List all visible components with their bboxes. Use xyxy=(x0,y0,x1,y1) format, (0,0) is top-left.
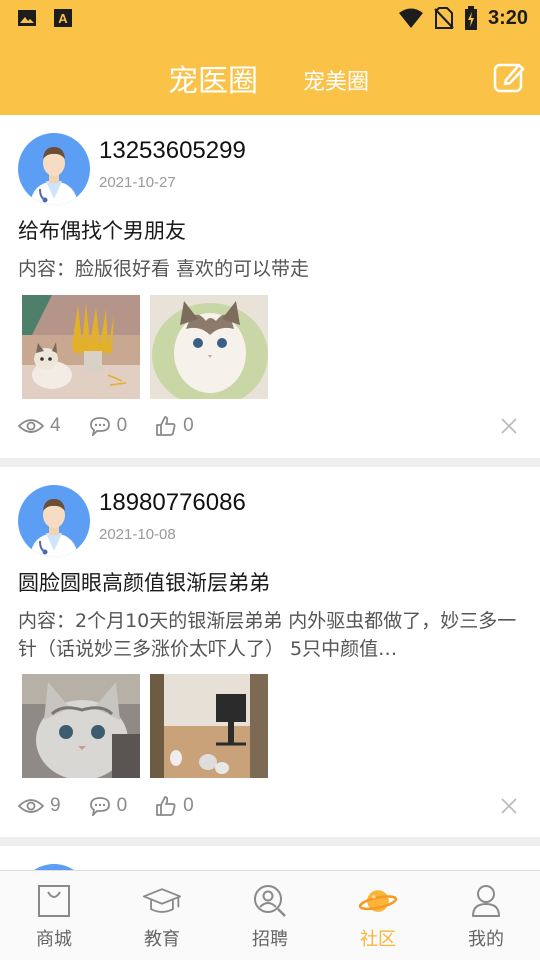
views-stat: 4 xyxy=(18,415,61,437)
post-photo[interactable] xyxy=(150,295,268,399)
wifi-icon xyxy=(398,8,423,28)
post-card[interactable]: 13253605299 2021-10-27 给布偶找个男朋友 内容：脸版很好看… xyxy=(0,115,540,458)
nav-item-mine[interactable]: 我的 xyxy=(432,871,540,960)
eye-icon xyxy=(18,799,44,813)
avatar[interactable] xyxy=(18,485,90,557)
post-content: 内容：2个月10天的银渐层弟弟 内外驱虫都做了，妙三多一针（话说妙三多涨价太吓人… xyxy=(18,610,517,660)
svg-text:A: A xyxy=(58,11,68,26)
nav-item-education[interactable]: 教育 xyxy=(108,871,216,960)
post-username[interactable]: 18980776086 xyxy=(99,489,246,517)
clock: 3:20 xyxy=(487,6,528,29)
comments-stat[interactable]: 0 xyxy=(89,415,128,437)
edit-icon[interactable] xyxy=(492,60,526,94)
nav-item-community[interactable]: 社区 xyxy=(324,871,432,960)
likes-stat[interactable]: 0 xyxy=(155,795,194,817)
close-icon[interactable] xyxy=(500,797,518,815)
no-sim-icon xyxy=(434,7,454,29)
post-content: 内容：脸版很好看 喜欢的可以带走 xyxy=(18,258,310,280)
bottom-nav: 商城 教育 招聘 社区 我的 xyxy=(0,870,540,960)
views-stat: 9 xyxy=(18,795,61,817)
post-username[interactable]: 13253605299 xyxy=(99,137,246,165)
close-icon[interactable] xyxy=(500,417,518,435)
comments-count: 0 xyxy=(116,795,128,816)
views-count: 4 xyxy=(50,415,61,436)
comment-icon xyxy=(89,797,110,816)
nav-label: 社区 xyxy=(360,929,396,950)
nav-item-recruit[interactable]: 招聘 xyxy=(216,871,324,960)
post-card[interactable] xyxy=(0,846,540,870)
comments-count: 0 xyxy=(116,415,128,436)
post-stats: 4 0 0 xyxy=(18,415,222,437)
post-photo[interactable] xyxy=(22,295,140,399)
nav-item-mall[interactable]: 商城 xyxy=(0,871,108,960)
search-person-icon xyxy=(254,885,286,917)
nav-label: 商城 xyxy=(36,929,72,950)
status-bar: A 3:20 xyxy=(0,0,540,36)
thumbs-up-icon xyxy=(156,416,176,436)
views-count: 9 xyxy=(50,795,61,816)
post-card[interactable]: 18980776086 2021-10-08 圆脸圆眼高颜值银渐层弟弟 内容：2… xyxy=(0,467,540,837)
graduation-cap-icon xyxy=(142,888,182,913)
comment-icon xyxy=(89,417,110,436)
post-photo[interactable] xyxy=(150,674,268,778)
likes-count: 0 xyxy=(183,795,194,816)
nav-label: 我的 xyxy=(468,929,504,950)
a-box-icon: A xyxy=(54,9,72,27)
likes-count: 0 xyxy=(183,415,194,436)
nav-label: 招聘 xyxy=(252,929,288,950)
likes-stat[interactable]: 0 xyxy=(155,415,194,437)
thumbs-up-icon xyxy=(156,796,176,816)
comments-stat[interactable]: 0 xyxy=(89,795,128,817)
post-date: 2021-10-27 xyxy=(99,174,176,191)
battery-charging-icon xyxy=(464,6,477,30)
person-icon xyxy=(472,885,500,917)
tab-pet-beauty-circle[interactable]: 宠美圈 xyxy=(303,64,369,96)
eye-icon xyxy=(18,419,44,433)
post-title[interactable]: 给布偶找个男朋友 xyxy=(18,215,186,245)
post-title[interactable]: 圆脸圆眼高颜值银渐层弟弟 xyxy=(18,567,270,597)
tab-pet-medical-circle[interactable]: 宠医圈 xyxy=(168,56,258,100)
post-photo[interactable] xyxy=(22,674,140,778)
avatar[interactable] xyxy=(18,133,90,205)
planet-icon xyxy=(358,890,398,912)
top-bar: A 3:20 宠医圈 宠美圈 xyxy=(0,0,540,115)
post-feed[interactable]: 13253605299 2021-10-27 给布偶找个男朋友 内容：脸版很好看… xyxy=(0,115,540,870)
header: 宠医圈 宠美圈 xyxy=(0,40,540,115)
nav-label: 教育 xyxy=(144,929,180,950)
shopping-bag-icon xyxy=(38,885,70,917)
post-date: 2021-10-08 xyxy=(99,526,176,543)
post-stats: 9 0 0 xyxy=(18,795,222,817)
image-icon xyxy=(18,10,36,26)
